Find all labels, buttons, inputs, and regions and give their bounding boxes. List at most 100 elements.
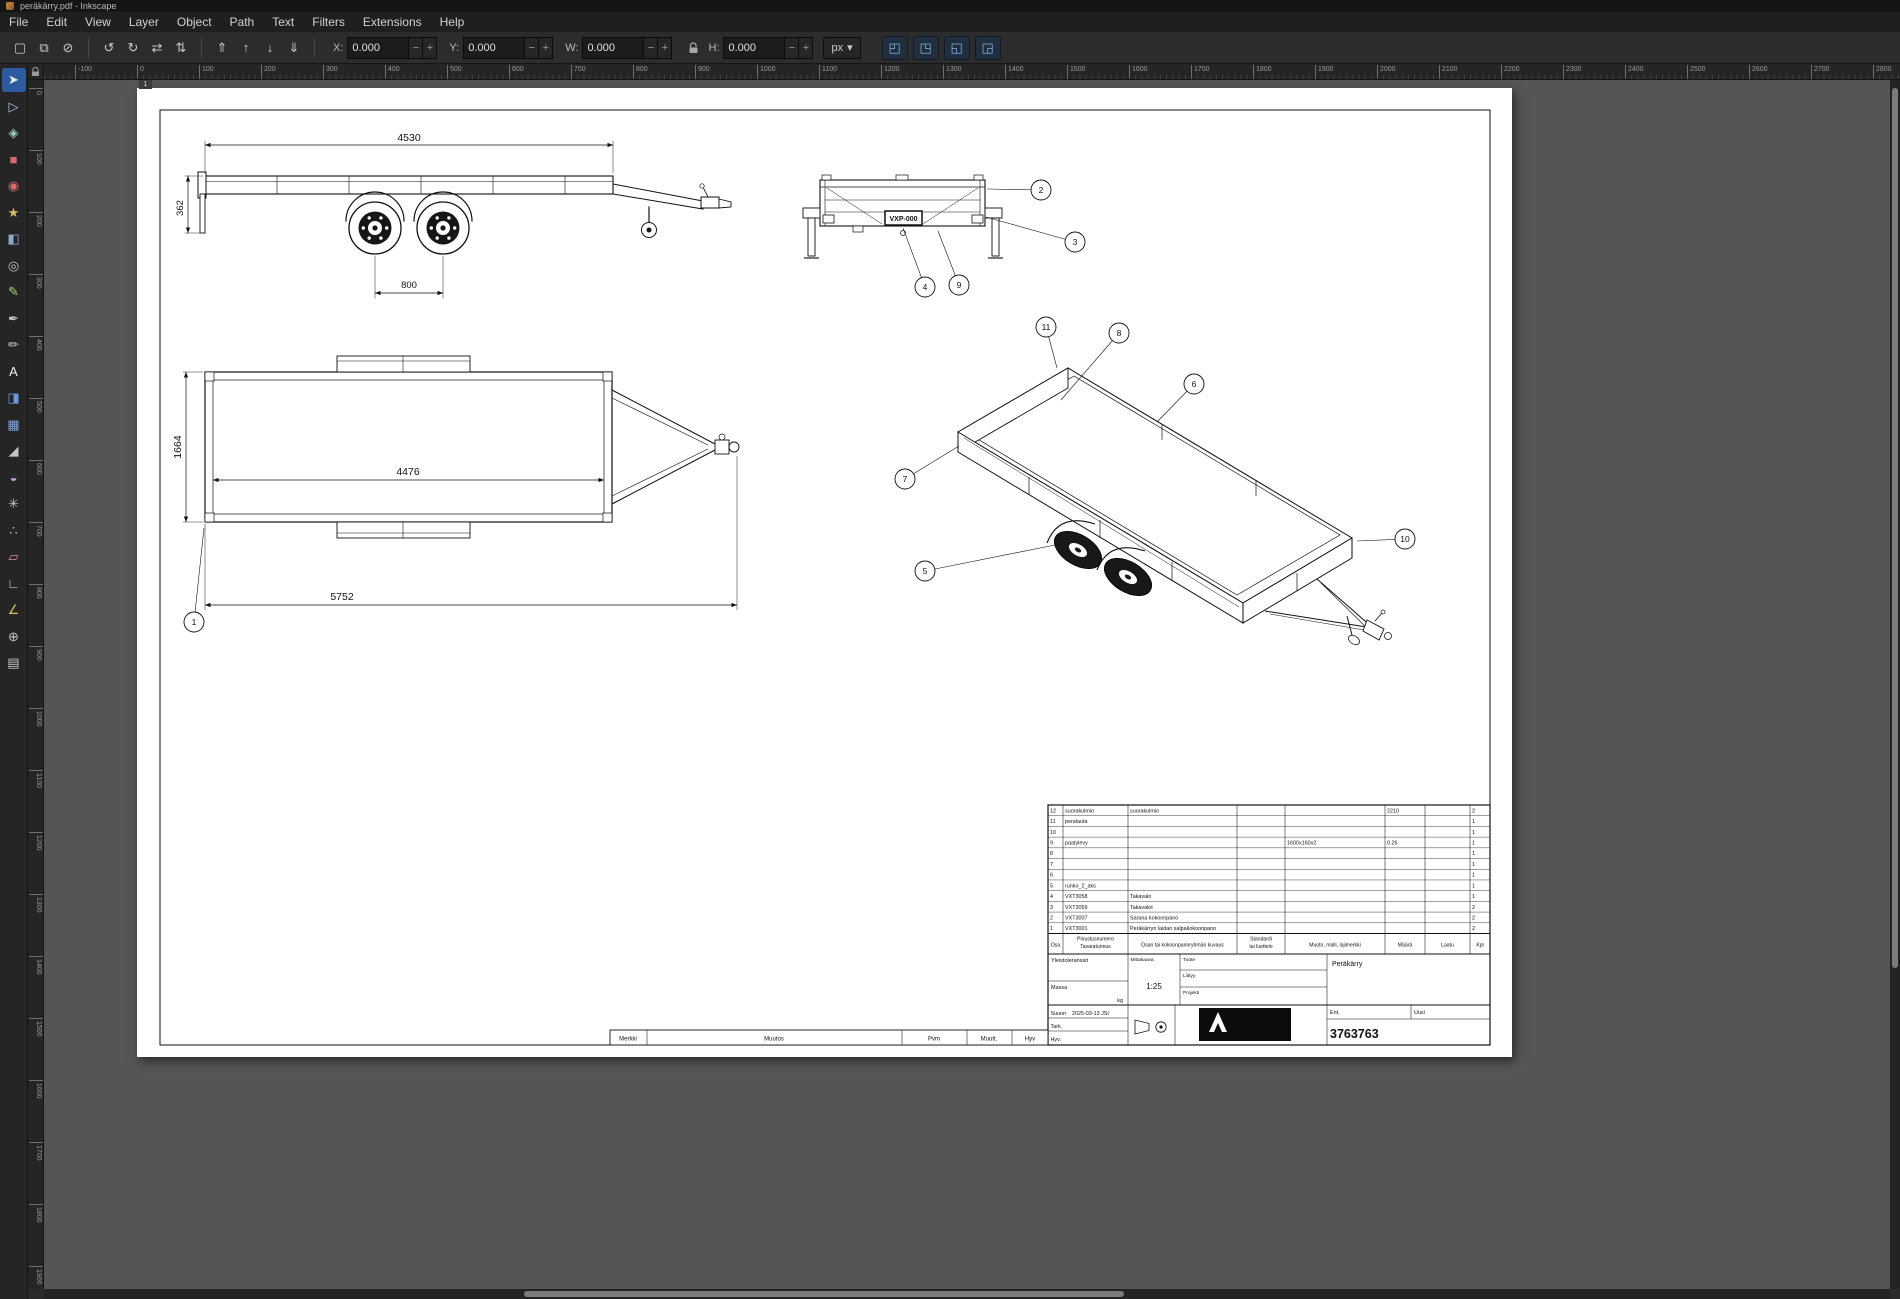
eraser-tool-button[interactable]: ▱ — [2, 545, 26, 569]
gradient-tool-button[interactable]: ◨ — [2, 386, 26, 410]
menu-item-help[interactable]: Help — [431, 13, 474, 31]
h-decrement-button[interactable]: − — [785, 37, 799, 59]
v-ruler[interactable]: 0100200300400500600700800900100011001200… — [28, 80, 44, 1289]
page-tab[interactable]: 1 — [139, 80, 152, 89]
menu-item-layer[interactable]: Layer — [120, 13, 168, 31]
deselect-button[interactable]: ⊘ — [56, 36, 80, 60]
x-decrement-button[interactable]: − — [409, 37, 423, 59]
vertical-scrollbar-thumb[interactable] — [1892, 88, 1898, 968]
raise-to-top-button[interactable]: ⇑ — [210, 36, 234, 60]
select-all-button[interactable]: ▢ — [8, 36, 32, 60]
box-3d-tool-icon: ◧ — [7, 231, 19, 247]
rectangle-tool-button[interactable]: ■ — [2, 148, 26, 172]
revision-header: Muutt. — [981, 1037, 998, 1043]
tweak-tool-button[interactable]: ✳ — [2, 492, 26, 516]
move-gradients-toggle-button[interactable]: ◱ — [944, 36, 970, 60]
scale-stroke-toggle-icon: ◰ — [888, 40, 900, 55]
pages-tool-button[interactable]: ▤ — [2, 651, 26, 675]
v-ruler-label: 700 — [29, 522, 43, 537]
y-input[interactable] — [463, 37, 525, 59]
menu-item-object[interactable]: Object — [168, 13, 221, 31]
w-input[interactable] — [582, 37, 644, 59]
star-tool-icon: ★ — [8, 205, 20, 221]
side-wheel-1 — [349, 202, 401, 254]
parts-cell: 2 — [1472, 926, 1475, 932]
scale-stroke-toggle-button[interactable]: ◰ — [882, 36, 908, 60]
move-patterns-toggle-button[interactable]: ◲ — [975, 36, 1001, 60]
measure-tool-button[interactable]: ∠ — [2, 598, 26, 622]
canvas[interactable]: 1 — [44, 80, 1890, 1289]
mesh-gradient-tool-button[interactable]: ▦ — [2, 413, 26, 437]
vertical-scrollbar[interactable] — [1890, 80, 1900, 1289]
h-input[interactable] — [723, 37, 785, 59]
rear-view: VXP-000 — [803, 175, 1003, 258]
y-decrement-button[interactable]: − — [525, 37, 539, 59]
horizontal-scrollbar[interactable] — [44, 1289, 1890, 1299]
h-ruler-label: -100 — [75, 65, 92, 79]
menu-item-path[interactable]: Path — [221, 13, 264, 31]
technical-drawing: 4530 362 800 — [137, 88, 1512, 1057]
y-increment-button[interactable]: + — [539, 37, 553, 59]
star-tool-button[interactable]: ★ — [2, 201, 26, 225]
flip-vertical-button[interactable]: ⇅ — [169, 36, 193, 60]
label-massa: Massa — [1051, 985, 1068, 991]
lock-ratio-button[interactable] — [684, 37, 702, 59]
parts-cell: 4 — [1050, 894, 1053, 900]
selector-tool-button[interactable]: ➤ — [2, 68, 26, 92]
node-tool-icon: ▷ — [9, 99, 19, 115]
pencil-tool-button[interactable]: ✎ — [2, 280, 26, 304]
calligraphy-tool-button[interactable]: ✏ — [2, 333, 26, 357]
parts-header: Määrä — [1398, 943, 1413, 949]
dropper-tool-button[interactable]: ◢ — [2, 439, 26, 463]
callout-label-10: 10 — [1400, 534, 1410, 544]
shape-builder-tool-button[interactable]: ◈ — [2, 121, 26, 145]
w-increment-button[interactable]: + — [658, 37, 672, 59]
v-ruler-label: 1200 — [29, 832, 43, 851]
h-ruler-label: 1000 — [757, 65, 776, 79]
x-increment-button[interactable]: + — [423, 37, 437, 59]
menu-item-edit[interactable]: Edit — [37, 13, 76, 31]
zoom-tool-button[interactable]: ⊕ — [2, 625, 26, 649]
spray-tool-button[interactable]: ∴ — [2, 519, 26, 543]
horizontal-scrollbar-thumb[interactable] — [524, 1291, 1124, 1297]
label-ent: Ent. — [1330, 1010, 1340, 1016]
select-all-layers-button[interactable]: ⧉ — [32, 36, 56, 60]
ellipse-tool-button[interactable]: ◉ — [2, 174, 26, 198]
callout-label-4: 4 — [923, 282, 928, 292]
w-decrement-button[interactable]: − — [644, 37, 658, 59]
rotate-cw-button[interactable]: ↻ — [121, 36, 145, 60]
toolbox: ➤ ▷ ◈ ■◉ ★ ◧ ◎✎ ✒ ✏ A ◨ ▦◢ ◒✳ ∴▱ ∟∠ ⊕▤ — [0, 64, 28, 1299]
side-wheel-2 — [417, 202, 469, 254]
bezier-pen-tool-icon: ✒ — [8, 311, 19, 327]
menu-item-view[interactable]: View — [76, 13, 120, 31]
parts-cell: 7 — [1050, 862, 1053, 868]
menu-item-file[interactable]: File — [0, 13, 37, 31]
paint-bucket-tool-button[interactable]: ◒ — [2, 466, 26, 490]
text-tool-icon: A — [9, 364, 18, 379]
lower-to-bottom-button[interactable]: ⇓ — [282, 36, 306, 60]
text-tool-button[interactable]: A — [2, 360, 26, 384]
bezier-pen-tool-button[interactable]: ✒ — [2, 307, 26, 331]
parts-cell: VXT3059 — [1065, 905, 1087, 911]
raise-button[interactable]: ↑ — [234, 36, 258, 60]
product-name: Peräkärry — [1332, 961, 1363, 968]
node-tool-button[interactable]: ▷ — [2, 95, 26, 119]
lower-button[interactable]: ↓ — [258, 36, 282, 60]
rotate-ccw-button[interactable]: ↺ — [97, 36, 121, 60]
menu-item-text[interactable]: Text — [263, 13, 303, 31]
parts-cell: 10 — [1050, 830, 1056, 836]
scale-corners-toggle-button[interactable]: ◳ — [913, 36, 939, 60]
h-increment-button[interactable]: + — [799, 37, 813, 59]
menu-item-extensions[interactable]: Extensions — [354, 13, 431, 31]
x-input[interactable] — [347, 37, 409, 59]
ruler-corner[interactable] — [28, 64, 44, 80]
v-ruler-label: 200 — [29, 212, 43, 227]
flip-horizontal-button[interactable]: ⇄ — [145, 36, 169, 60]
box-3d-tool-button[interactable]: ◧ — [2, 227, 26, 251]
unit-dropdown[interactable]: px ▾ — [823, 37, 860, 59]
menu-item-filters[interactable]: Filters — [303, 13, 354, 31]
spiral-tool-button[interactable]: ◎ — [2, 254, 26, 278]
connector-tool-button[interactable]: ∟ — [2, 572, 26, 596]
callout-label-9: 9 — [957, 280, 962, 290]
h-ruler[interactable]: -100010020030040050060070080090010001100… — [44, 64, 1900, 80]
